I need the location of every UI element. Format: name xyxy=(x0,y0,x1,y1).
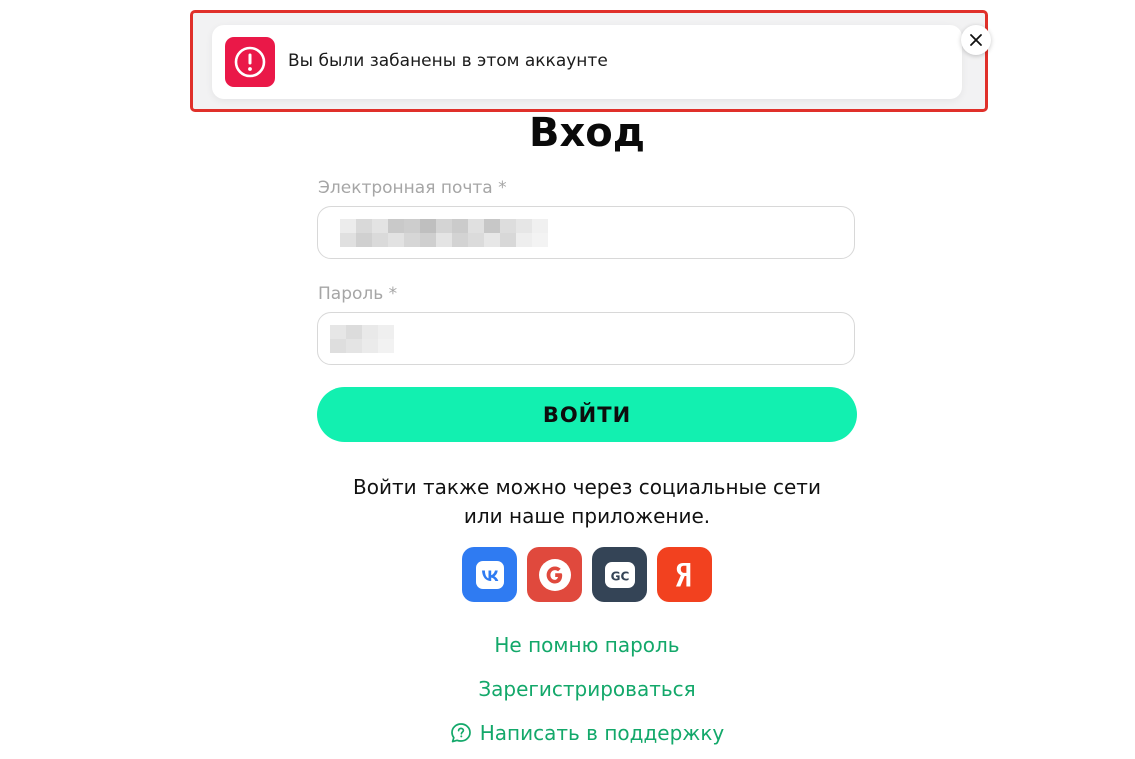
close-icon xyxy=(970,34,982,46)
gc-login-button[interactable]: GC xyxy=(592,547,647,602)
yandex-icon xyxy=(675,562,690,586)
support-link-label: Написать в поддержку xyxy=(479,721,725,745)
yandex-login-button[interactable] xyxy=(657,547,712,602)
login-button[interactable]: ВОЙТИ xyxy=(317,387,857,442)
social-buttons: GC xyxy=(462,547,712,602)
forgot-password-link[interactable]: Не помню пароль xyxy=(0,633,1135,657)
email-label: Электронная почта * xyxy=(318,178,507,198)
social-login-text-line1: Войти также можно через социальные сети xyxy=(353,475,821,499)
vk-icon xyxy=(475,560,504,589)
password-obscured-value xyxy=(330,325,394,353)
gc-icon: GC xyxy=(604,561,635,588)
login-page: Вы были забанены в этом аккаунте Вход Эл… xyxy=(0,0,1135,759)
chat-help-icon xyxy=(450,723,471,743)
google-icon xyxy=(538,558,571,591)
password-label: Пароль * xyxy=(318,284,398,304)
toast-highlight-frame: Вы были забанены в этом аккаунте xyxy=(190,10,991,112)
toast-close-button[interactable] xyxy=(961,25,991,55)
error-toast: Вы были забанены в этом аккаунте xyxy=(212,25,991,99)
svg-text:GC: GC xyxy=(610,569,629,583)
password-field[interactable] xyxy=(317,312,855,365)
email-field[interactable] xyxy=(317,206,855,259)
google-login-button[interactable] xyxy=(527,547,582,602)
register-link[interactable]: Зарегистрироваться xyxy=(0,677,1135,701)
toast-message: Вы были забанены в этом аккаунте xyxy=(288,51,608,71)
email-obscured-value xyxy=(340,219,548,247)
page-title: Вход xyxy=(528,110,646,156)
alert-circle-icon xyxy=(225,37,275,87)
social-login-text-line2: или наше приложение. xyxy=(463,504,711,528)
vk-login-button[interactable] xyxy=(462,547,517,602)
support-link[interactable]: Написать в поддержку xyxy=(0,721,1135,749)
social-login-text: Войти также можно через социальные сети … xyxy=(0,473,1135,531)
